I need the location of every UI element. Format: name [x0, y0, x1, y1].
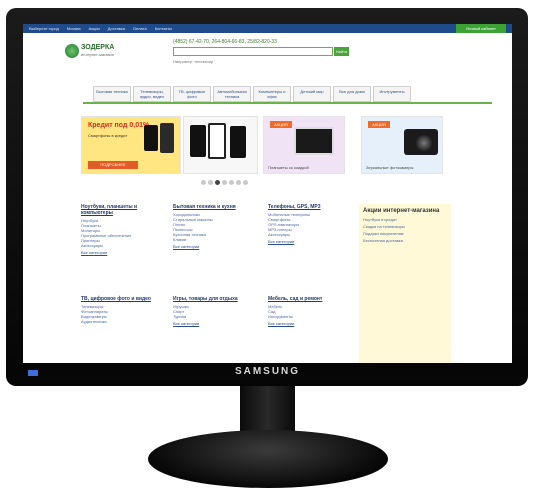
logo-text[interactable]: ЗОДЕРКА — [81, 44, 114, 51]
phone-numbers: (4852) 67-42-70, 264-804-66-83, 25/82-82… — [173, 39, 277, 45]
category-link[interactable]: Аудиотехника — [81, 319, 153, 324]
logo-icon[interactable] — [65, 44, 79, 58]
category-link[interactable]: Инструменты — [268, 314, 340, 319]
sidebar-promo-link[interactable]: Скидки на телевизоры — [363, 224, 447, 229]
category-heading[interactable]: ТВ, цифровое фото и видео — [81, 296, 153, 302]
category-link[interactable]: Аксессуары — [81, 243, 153, 248]
category-column-3: Телефоны, GPS, MP3 Мобильные телефоны См… — [268, 204, 340, 244]
carousel-dot[interactable] — [229, 180, 234, 185]
category-heading[interactable]: Мебель, сад и ремонт — [268, 296, 340, 302]
sidebar-heading[interactable]: Акции интернет-магазина — [363, 208, 447, 215]
category-link[interactable]: Аксессуары — [268, 232, 340, 237]
nav-tab-1[interactable]: Бытовая техника — [93, 86, 131, 102]
camera-banner[interactable]: АКЦИЯ Зеркальные фотокамеры — [361, 116, 443, 174]
phone-image — [144, 125, 158, 151]
promo-badge: АКЦИЯ — [270, 121, 292, 128]
carousel-dot[interactable] — [222, 180, 227, 185]
topbar-link-5[interactable]: Контакты — [155, 26, 172, 31]
camera-image — [404, 129, 438, 155]
nav-underline — [83, 102, 492, 104]
logo-tagline: интернет-магазин — [81, 52, 114, 57]
search-button[interactable]: Найти — [334, 47, 349, 56]
account-button[interactable]: Личный кабинет — [455, 24, 506, 33]
monitor-base — [148, 430, 388, 488]
carousel-dot-active[interactable] — [215, 180, 220, 185]
category-heading[interactable]: Телефоны, GPS, MP3 — [268, 204, 340, 210]
category-column-4: ТВ, цифровое фото и видео Телевизоры Фот… — [81, 296, 153, 324]
category-column-1: Ноутбуки, планшеты и компьютеры Ноутбуки… — [81, 204, 153, 255]
camera-caption: Зеркальные фотокамеры — [366, 165, 414, 170]
topbar-link-1[interactable]: Москва — [67, 26, 81, 31]
nav-tab-2[interactable]: Телевизоры, аудио, видео — [133, 86, 171, 102]
nav-tab-4[interactable]: Автомобильная техника — [213, 86, 251, 102]
nav-tab-8[interactable]: Инструменты — [373, 86, 411, 102]
carousel-dot[interactable] — [236, 180, 241, 185]
phones-banner[interactable] — [183, 116, 258, 174]
category-nav: Бытовая техника Телевизоры, аудио, видео… — [93, 86, 411, 102]
monitor-brand: SAMSUNG — [234, 366, 301, 377]
monitor-screen: Выберите город Москва Акции Доставка Опл… — [23, 24, 512, 363]
city-selector[interactable]: Выберите город — [29, 26, 59, 31]
topbar-link-4[interactable]: Оплата — [133, 26, 147, 31]
credit-more-button[interactable]: ПОДРОБНЕЕ — [88, 161, 138, 169]
category-column-6: Мебель, сад и ремонт Мебель Сад Инструме… — [268, 296, 340, 326]
category-heading[interactable]: Бытовая техника и кухня — [173, 204, 245, 210]
monitor-scene: Выберите город Москва Акции Доставка Опл… — [0, 0, 535, 500]
category-link[interactable]: Климат — [173, 237, 245, 242]
category-column-2: Бытовая техника и кухня Холодильники Сти… — [173, 204, 245, 249]
camera-lens-icon — [416, 135, 432, 151]
tablet-banner[interactable]: АКЦИЯ Планшеты со скидкой — [263, 116, 345, 174]
carousel-dot[interactable] — [243, 180, 248, 185]
category-more-link[interactable]: Все категории — [81, 250, 153, 255]
sidebar-promo-link[interactable]: Подарки покупателям — [363, 231, 447, 236]
promo-badge: АКЦИЯ — [368, 121, 390, 128]
phone-image — [190, 125, 206, 157]
category-link[interactable]: Туризм — [173, 314, 245, 319]
phone-image — [230, 126, 246, 158]
credit-line: Смартфоны в кредит — [88, 133, 128, 138]
topbar-link-3[interactable]: Доставка — [108, 26, 125, 31]
site-header: ЗОДЕРКА интернет-магазин (4852) 67-42-70… — [23, 33, 512, 71]
tablet-caption: Планшеты со скидкой — [268, 165, 309, 170]
tablet-image — [294, 127, 334, 155]
carousel-dots — [201, 180, 248, 185]
search-input[interactable] — [173, 47, 333, 56]
nav-tab-5[interactable]: Компьютеры и офис — [253, 86, 291, 102]
carousel-dot[interactable] — [208, 180, 213, 185]
topbar-link-2[interactable]: Акции — [89, 26, 100, 31]
credit-banner[interactable]: Кредит под 0,01% Смартфоны в кредит ПОДР… — [81, 116, 181, 174]
credit-title: Кредит под 0,01% — [88, 122, 150, 129]
sidebar-promo-link[interactable]: Ноутбуки в кредит — [363, 217, 447, 222]
category-column-5: Игры, товары для отдыха Игрушки Спорт Ту… — [173, 296, 245, 326]
category-more-link[interactable]: Все категории — [173, 321, 245, 326]
phone-image — [160, 123, 174, 153]
category-more-link[interactable]: Все категории — [268, 321, 340, 326]
site-topbar: Выберите город Москва Акции Доставка Опл… — [23, 24, 512, 33]
category-more-link[interactable]: Все категории — [173, 244, 245, 249]
carousel-dot[interactable] — [201, 180, 206, 185]
phone-image — [208, 123, 226, 159]
category-more-link[interactable]: Все категории — [268, 239, 340, 244]
sidebar-promo-link[interactable]: Бесплатная доставка — [363, 238, 447, 243]
nav-tab-3[interactable]: ТВ, цифровые фото — [173, 86, 211, 102]
promo-sidebar: Акции интернет-магазина Ноутбуки в креди… — [359, 204, 451, 363]
category-heading[interactable]: Игры, товары для отдыха — [173, 296, 245, 302]
nav-tab-6[interactable]: Детский мир — [293, 86, 331, 102]
search-hint: Например: телевизор — [173, 59, 214, 64]
category-heading[interactable]: Ноутбуки, планшеты и компьютеры — [81, 204, 153, 216]
nav-tab-7[interactable]: Все для дома — [333, 86, 371, 102]
